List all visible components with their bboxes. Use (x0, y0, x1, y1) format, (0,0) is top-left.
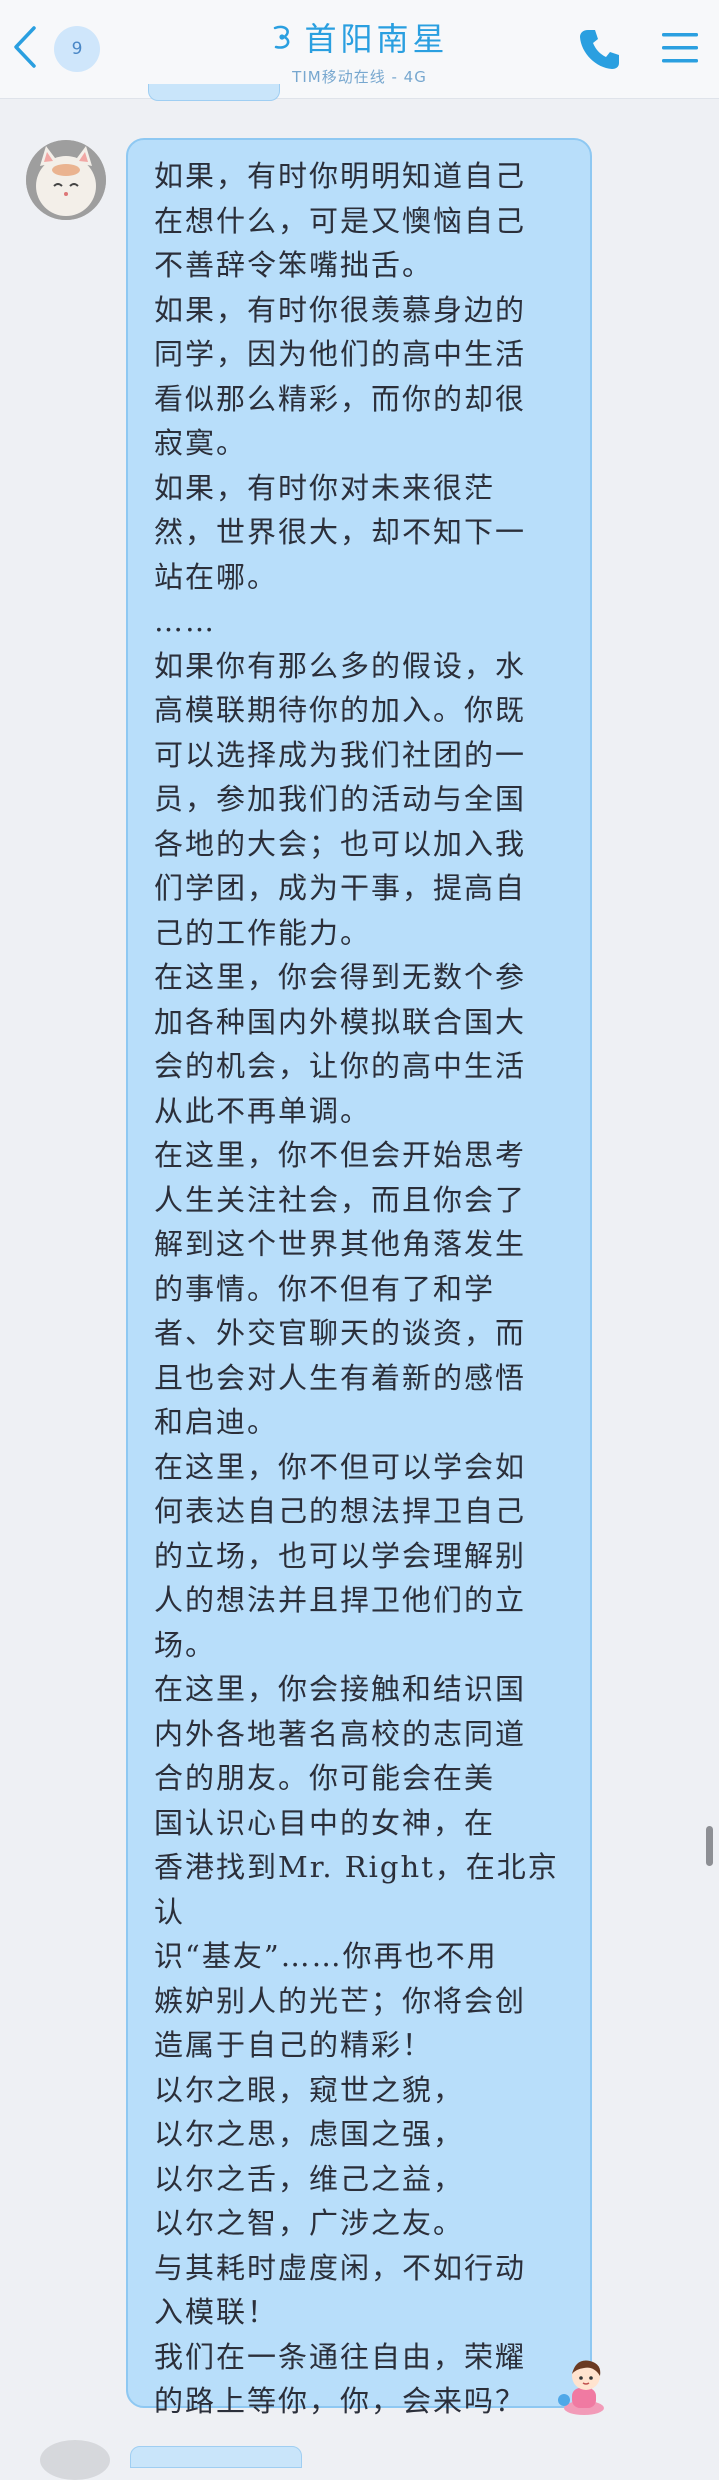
message-line: 何表达自己的想法捍卫自己 (154, 1494, 527, 1528)
message-line: 员，参加我们的活动与全国 (154, 782, 527, 816)
message-line: 以尔之舌，维己之益， (154, 2161, 465, 2196)
message-line: 国认识心目中的女神，在 (154, 1805, 496, 1840)
message-line: 我们在一条通往自由，荣耀 (154, 2339, 527, 2374)
message-line: 同学，因为他们的高中生活 (154, 337, 527, 371)
message-line: 各地的大会；也可以加入我 (154, 826, 527, 861)
message-line: 站在哪。 (154, 559, 279, 594)
bubble-sticker (556, 2356, 612, 2416)
message-line: 内外各地著名高校的志同道 (154, 1716, 527, 1751)
message-line: 合的朋友。你可能会在美 (154, 1761, 496, 1795)
message-line: 香港找到Mr. Right，在北京认 (154, 1850, 559, 1929)
message-line: 从此不再单调。 (154, 1093, 372, 1128)
message-line: 可以选择成为我们社团的一 (154, 737, 527, 772)
message-line: 以尔之眼，窥世之貌， (154, 2072, 465, 2107)
message-text: 如果，有时你明明知道自己 在想什么，可是又懊恼自己 不善辞令笨嘴拙舌。 如果，有… (154, 154, 576, 2424)
message-line: …… (154, 604, 216, 638)
message-line: 和启迪。 (154, 1405, 279, 1439)
message-line: 解到这个世界其他角落发生 (154, 1227, 527, 1261)
message-line: 的路上等你，你，会来吗？ (154, 2384, 527, 2418)
message-line: 如果，有时你明明知道自己 (154, 159, 527, 193)
message-line: 们学团，成为干事，提高自 (154, 871, 527, 905)
hamburger-menu-icon (662, 33, 698, 63)
message-line: 不善辞令笨嘴拙舌。 (154, 248, 434, 282)
phone-icon (580, 30, 619, 69)
call-button[interactable] (576, 26, 622, 72)
message-line: 高模联期待你的加入。你既 (154, 693, 527, 727)
message-line: 入模联！ (154, 2295, 279, 2329)
cat-avatar-image (26, 140, 106, 220)
message-line: 如果，有时你对未来很茫 (154, 470, 496, 505)
message-line: 人的想法并且捍卫他们的立 (154, 1583, 527, 1617)
message-line: 场。 (154, 1627, 217, 1662)
message-line: 寂寞。 (154, 426, 248, 460)
sender-avatar[interactable] (26, 140, 106, 220)
message-line: 者、外交官聊天的谈资，而 (154, 1316, 527, 1350)
scrollbar-thumb[interactable] (706, 1826, 713, 1866)
next-message-bubble[interactable] (130, 2446, 302, 2468)
message-line: 且也会对人生有着新的感悟 (154, 1360, 527, 1395)
message-line: 在这里，你会得到无数个参 (154, 960, 527, 994)
previous-message-bubble[interactable] (148, 84, 280, 101)
message-line: 人生关注社会，而且你会了 (154, 1182, 527, 1217)
message-line: 如果你有那么多的假设，水 (154, 648, 527, 683)
message-line: 嫉妒别人的光芒；你将会创 (154, 1983, 527, 2018)
message-line: 在这里，你会接触和结识国 (154, 1672, 527, 1706)
message-line: 的立场，也可以学会理解别 (154, 1538, 527, 1573)
message-line: 与其耗时虚度闲，不如行动 (154, 2250, 527, 2285)
message-line: 加各种国内外模拟联合国大 (154, 1004, 527, 1039)
message-line: 己的工作能力。 (154, 915, 372, 950)
message-line: 以尔之智，广涉之友。 (154, 2206, 465, 2240)
message-line: 看似那么精彩，而你的却很 (154, 381, 527, 416)
next-sender-avatar[interactable] (40, 2440, 110, 2480)
message-line: 识“基友”……你再也不用 (154, 1939, 498, 1973)
message-line: 在这里，你不但可以学会如 (154, 1449, 527, 1484)
message-bubble[interactable]: 如果，有时你明明知道自己 在想什么，可是又懊恼自己 不善辞令笨嘴拙舌。 如果，有… (126, 138, 592, 2418)
message-line: 在这里，你不但会开始思考 (154, 1138, 527, 1172)
message-line: 造属于自己的精彩！ (154, 2028, 434, 2062)
menu-button[interactable] (658, 28, 702, 68)
chat-header: 9 首阳南星 TIM移动在线 - 4G (0, 0, 719, 99)
message-line: 以尔之思，虑国之强， (154, 2117, 465, 2151)
message-line: 的事情。你不但有了和学 (154, 1271, 496, 1306)
message-line: 如果，有时你很羡慕身边的 (154, 292, 527, 327)
message-line: 在想什么，可是又懊恼自己 (154, 203, 527, 238)
contact-name: 首阳南星 (304, 20, 449, 58)
chibi-character-sticker (558, 2360, 604, 2415)
message-line: 然，世界很大，却不知下一 (154, 515, 527, 549)
message-line: 会的机会，让你的高中生活 (154, 1049, 527, 1083)
status-glyph-icon (274, 25, 290, 49)
